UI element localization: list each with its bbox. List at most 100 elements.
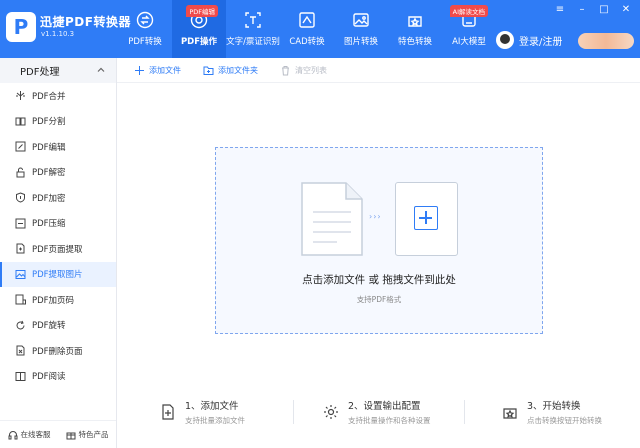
compress-icon [15,218,26,229]
arrows-indicator: ››› [369,212,382,221]
trash-icon [282,65,289,75]
close-icon[interactable]: ✕ [620,4,632,16]
step-sub: 支持批量添加文件 [185,416,245,425]
convert-icon [136,11,154,29]
add-document-icon [162,404,174,420]
nav-image-convert[interactable]: 图片转换 [334,0,388,58]
maximize-icon[interactable]: □ [598,4,610,16]
gear-icon [324,405,338,419]
app-logo: P [6,12,36,42]
login-label: 登录/注册 [519,36,563,48]
nav-label: PDF操作 [180,37,218,47]
star-box-icon [503,408,517,419]
add-folder-button[interactable]: 添加文件夹 [203,65,258,76]
nav-label: 图片转换 [343,37,378,47]
sidebar-item-split[interactable]: PDF分割 [0,109,116,135]
sidebar-item-image-extract[interactable]: PDF提取图片 [0,261,116,287]
nav-ocr[interactable]: 文字/票证识别 [226,0,280,58]
add-file-label: 添加文件 [149,65,181,75]
step-sub: 点击转换按钮开始转换 [527,416,602,425]
step-output-settings: 2、设置输出配置 支持批量操作和各种设置 [323,392,431,432]
featured-products-label: 特色产品 [78,430,109,439]
headset-icon [8,430,17,439]
menu-icon[interactable]: ≡ [554,4,566,16]
sidebar-section-header[interactable]: PDF处理 [0,58,116,83]
sidebar-item-label: PDF删除页面 [32,346,83,357]
sidebar-item-label: PDF页面提取 [32,244,83,255]
step-sub: 支持批量操作和各种设置 [348,416,431,425]
sidebar-item-page-extract[interactable]: PDF页面提取 [0,236,116,262]
sidebar-item-label: PDF合并 [32,91,66,102]
sidebar-item-label: PDF解密 [32,168,66,179]
read-icon [15,371,26,381]
sidebar-item-label: PDF提取图片 [32,270,83,281]
rotate-icon [16,320,25,330]
image-icon [353,13,369,27]
step-title: 1、添加文件 [185,401,239,412]
sidebar-item-edit[interactable]: PDF编辑 [0,134,116,160]
nav-label: 特色转换 [397,37,432,47]
minimize-icon[interactable]: – [576,4,588,16]
sidebar-item-rotate[interactable]: PDF旋转 [0,313,116,339]
gift-icon [66,432,75,439]
sidebar-item-label: PDF压缩 [32,219,66,230]
sidebar-item-merge[interactable]: PDF合并 [0,83,116,109]
online-service-button[interactable]: 在线客服 [8,429,51,440]
sidebar-item-label: PDF分割 [32,117,66,128]
edit-icon [15,141,26,152]
add-file-icon [135,65,144,75]
image-extract-icon [15,269,26,279]
sidebar-item-label: PDF旋转 [32,321,66,332]
sidebar-item-decrypt[interactable]: PDF解密 [0,160,116,186]
add-file-target[interactable] [395,182,458,256]
step-divider [293,400,294,424]
sidebar-item-delete-page[interactable]: PDF删除页面 [0,338,116,364]
step-title: 2、设置输出配置 [348,401,421,412]
sidebar-item-read[interactable]: PDF阅读 [0,364,116,390]
sidebar-item-label: PDF编辑 [32,142,66,153]
featured-products-button[interactable]: 特色产品 [66,429,109,440]
file-toolbar: 添加文件 添加文件夹 清空列表 [117,58,640,83]
step-add-file: 1、添加文件 支持批量添加文件 [160,392,245,432]
add-file-button[interactable]: 添加文件 [134,65,181,76]
sidebar: PDF处理 PDF合并 PDF分割 PDF编辑 PDF解密 PDF加密 PDF压… [0,58,117,448]
merge-icon [16,91,25,101]
step-start-convert: 3、开始转换 点击转换按钮开始转换 [502,392,602,432]
login-button[interactable]: 登录/注册 [496,31,562,49]
drop-zone-main-text: 点击添加文件 或 拖拽文件到此处 [302,274,456,286]
step-divider [464,400,465,424]
promo-banner[interactable] [578,33,634,49]
chevron-up-icon [97,67,105,72]
window-controls: ≡ – □ ✕ [554,4,632,16]
avatar [496,31,514,49]
step-title: 3、开始转换 [527,401,581,412]
sidebar-item-label: PDF加页码 [32,295,75,306]
page-number-icon [15,294,26,305]
unlock-icon [16,167,25,178]
page-extract-icon [16,243,25,254]
sidebar-footer: 在线客服 特色产品 [0,420,116,448]
nav-pdf-operations[interactable]: PDF操作 PDF编辑 [172,0,226,58]
sidebar-section-title: PDF处理 [20,67,60,78]
title-bar: P 迅捷PDF转换器 v1.1.10.3 PDF转换 PDF操作 PDF编辑 文… [0,0,640,58]
shield-icon [16,192,25,203]
sidebar-item-label: PDF加密 [32,193,66,204]
nav-label: AI大模型 [452,37,486,47]
nav-label: PDF转换 [128,37,162,47]
nav-cad-convert[interactable]: CAD转换 [280,0,334,58]
drop-zone-sub-text: 支持PDF格式 [356,295,402,304]
nav-badge: PDF编辑 [186,5,218,17]
nav-special-convert[interactable]: 特色转换 [388,0,442,58]
clear-list-button[interactable]: 清空列表 [280,65,327,76]
sidebar-item-compress[interactable]: PDF压缩 [0,211,116,237]
cad-icon [299,12,315,28]
nav-pdf-convert[interactable]: PDF转换 [118,0,172,58]
delete-page-icon [16,345,25,356]
sidebar-item-encrypt[interactable]: PDF加密 [0,185,116,211]
file-drop-zone[interactable]: ››› 点击添加文件 或 拖拽文件到此处 支持PDF格式 [215,147,543,334]
steps-guide: 1、添加文件 支持批量添加文件 2、设置输出配置 支持批量操作和各种设置 3、开… [117,392,640,432]
sidebar-item-page-number[interactable]: PDF加页码 [0,287,116,313]
online-service-label: 在线客服 [20,430,51,439]
scan-icon [245,12,261,28]
nav-ai-model[interactable]: AI大模型 AI解读文档 [442,0,496,58]
